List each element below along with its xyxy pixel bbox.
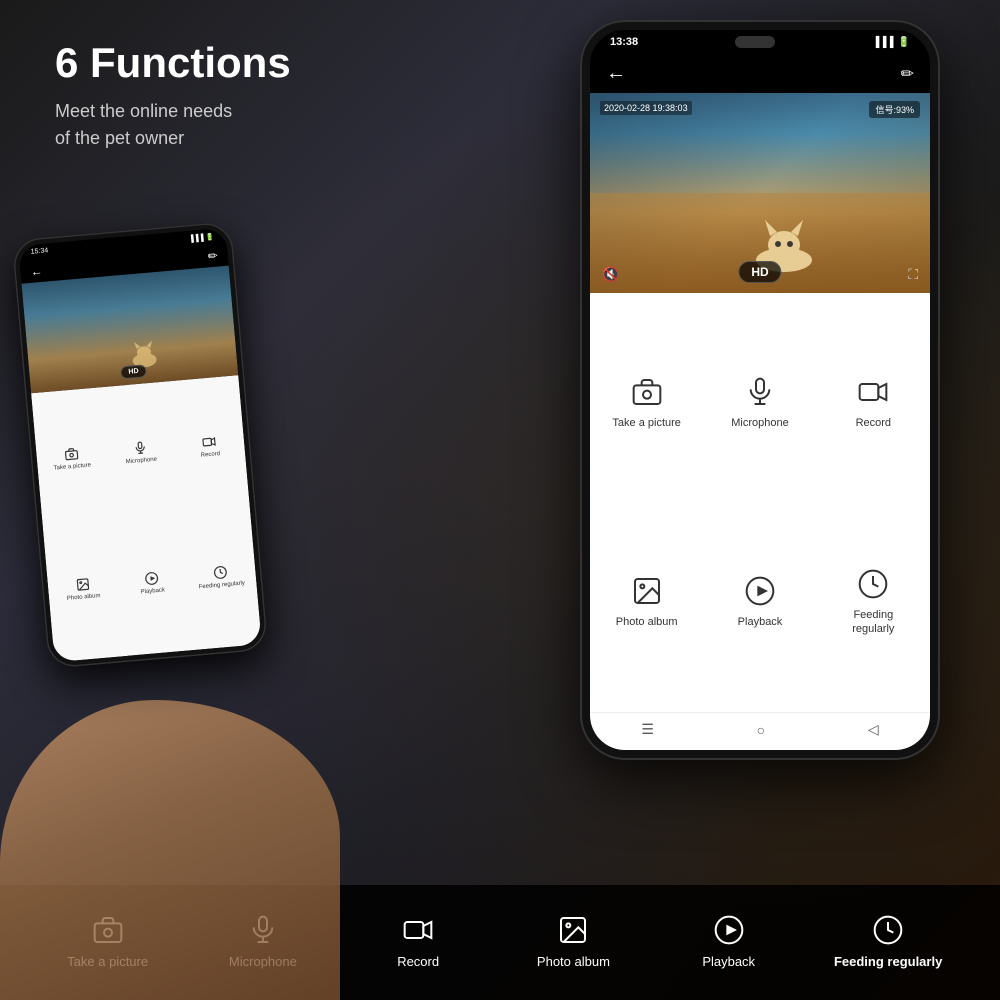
camera-view: 2020-02-28 19:38:03 信号:93% 🔇 HD ⛶: [590, 93, 930, 293]
phone-small-camera-view: HD: [21, 266, 238, 394]
main-content: 6 Functions Meet the online needs of the…: [0, 0, 1000, 1000]
status-bar: 13:38 ▐▐▐ 🔋: [590, 30, 930, 54]
bottom-play-icon: [713, 914, 745, 946]
fullscreen-icon[interactable]: ⛶: [908, 266, 918, 283]
photo-icon: [631, 575, 663, 607]
header-section: 6 Functions Meet the online needs of the…: [55, 40, 291, 152]
small-func-feeding[interactable]: Feeding regularly: [181, 510, 261, 647]
small-mic-icon: [133, 441, 148, 456]
hd-badge: HD: [738, 261, 781, 283]
small-photo-icon: [75, 577, 90, 592]
func-camera-label: Take a picture: [612, 416, 680, 430]
record-icon: [857, 376, 889, 408]
phone-small-functions-grid: Take a picture Microphone Record Photo a…: [31, 375, 262, 662]
func-record-label: Record: [856, 416, 891, 430]
func-photo-label: Photo album: [616, 615, 678, 629]
small-func-record[interactable]: Record: [170, 379, 250, 516]
func-camera[interactable]: Take a picture: [590, 303, 703, 503]
bottom-playback-label: Playback: [702, 954, 755, 971]
camera-icon: [631, 376, 663, 408]
func-record[interactable]: Record: [817, 303, 930, 503]
nav-home-icon[interactable]: ○: [757, 722, 765, 738]
camera-timestamp: 2020-02-28 19:38:03: [600, 101, 692, 115]
bottom-photo-icon: [557, 914, 589, 946]
small-play-icon: [144, 571, 159, 586]
bottom-record-label: Record: [397, 954, 439, 971]
bottom-feeding-label: Feeding regularly: [834, 954, 942, 971]
functions-grid: Take a picture Microphone Record Photo a…: [590, 293, 930, 712]
phone-small-inner: 15:34 ▐▐▐ 🔋 ← ✏ HD: [18, 228, 262, 663]
back-button[interactable]: ←: [606, 62, 626, 85]
func-feeding[interactable]: Feedingregularly: [817, 503, 930, 703]
notch: [735, 36, 775, 48]
bottom-photo-label: Photo album: [537, 954, 610, 971]
small-camera-icon: [64, 447, 79, 462]
clock-icon: [857, 568, 889, 600]
phone-bottom-nav: ☰ ○ ◁: [590, 712, 930, 750]
func-mic[interactable]: Microphone: [703, 303, 816, 503]
small-record-icon: [202, 435, 217, 450]
bottom-item-photo[interactable]: Photo album: [523, 914, 623, 971]
bottom-clock-icon: [872, 914, 904, 946]
camera-signal: 信号:93%: [869, 101, 920, 118]
func-playback[interactable]: Playback: [703, 503, 816, 703]
nav-back-icon[interactable]: ◁: [868, 721, 879, 738]
bottom-item-playback[interactable]: Playback: [679, 914, 779, 971]
small-func-mic[interactable]: Microphone: [100, 385, 180, 522]
small-func-camera[interactable]: Take a picture: [31, 391, 111, 528]
func-photo[interactable]: Photo album: [590, 503, 703, 703]
status-bar-right: ▐▐▐ 🔋: [872, 37, 910, 48]
small-clock-icon: [213, 565, 228, 580]
nav-menu-icon[interactable]: ☰: [641, 721, 654, 738]
mic-icon: [744, 376, 776, 408]
volume-icon[interactable]: 🔇: [602, 266, 619, 283]
phone-large: 13:38 ▐▐▐ 🔋 ← ✏: [580, 20, 940, 760]
phone-large-inner: 13:38 ▐▐▐ 🔋 ← ✏: [590, 30, 930, 750]
page-title: 6 Functions: [55, 40, 291, 86]
page-subtitle: Meet the online needs of the pet owner: [55, 98, 291, 152]
func-playback-label: Playback: [738, 615, 783, 629]
app-nav-bar: ← ✏: [590, 54, 930, 93]
bottom-record-icon: [402, 914, 434, 946]
bottom-item-record[interactable]: Record: [368, 914, 468, 971]
small-func-photo[interactable]: Photo album: [43, 522, 123, 659]
phone-small: 15:34 ▐▐▐ 🔋 ← ✏ HD: [12, 221, 269, 669]
func-feeding-label: Feedingregularly: [852, 608, 894, 637]
hand-background: [0, 700, 340, 1000]
play-icon: [744, 575, 776, 607]
bottom-item-feeding[interactable]: Feeding regularly: [834, 914, 942, 971]
small-func-playback[interactable]: Playback: [112, 516, 192, 653]
func-mic-label: Microphone: [731, 416, 788, 430]
edit-button[interactable]: ✏: [901, 64, 914, 84]
